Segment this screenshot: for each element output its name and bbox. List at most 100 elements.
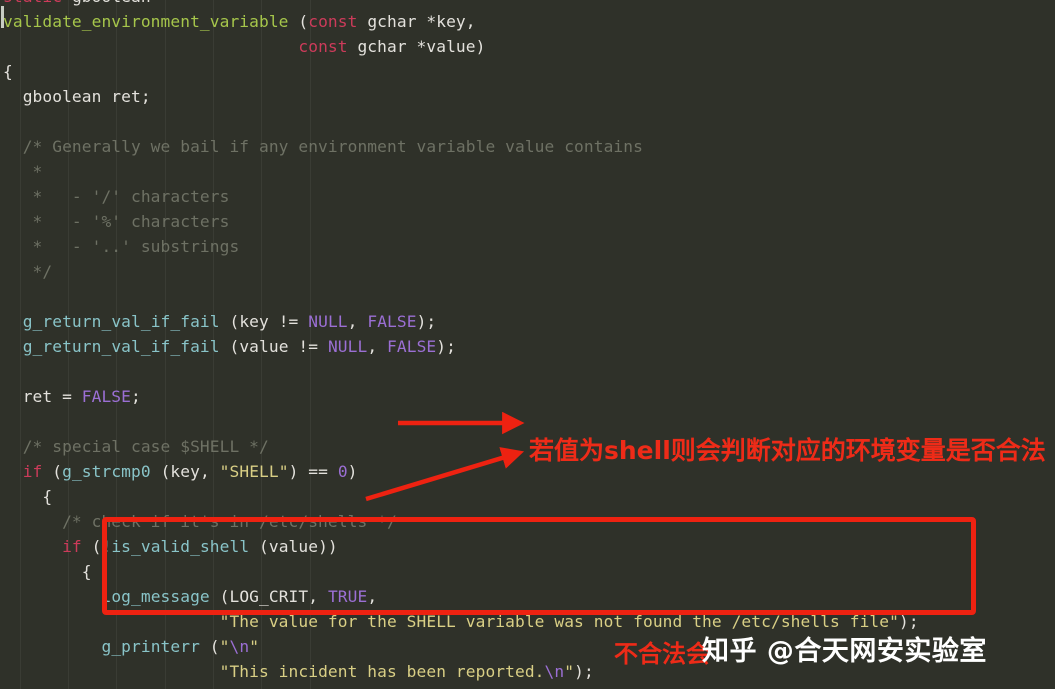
code-line: * - '/' characters [0,184,1055,209]
code-token: FALSE [82,387,131,406]
code-token: g_strcmp0 [62,462,151,481]
code-line: /* special case $SHELL */ [0,434,1055,459]
code-token [3,537,62,556]
code-token: g_return_val_if_fail [23,312,220,331]
code-token: gchar *value) [348,37,486,56]
code-token: (value != [220,337,328,356]
code-token: is_valid_shell [111,537,249,556]
code-token [62,0,72,6]
code-token: (value)) [249,537,338,556]
code-line: */ [0,259,1055,284]
code-line: if (g_strcmp0 (key, "SHELL") == 0) [0,459,1055,484]
code-line: { [0,59,1055,84]
code-token: \n [230,637,250,656]
code-line: g_return_val_if_fail (value != NULL, FAL… [0,334,1055,359]
code-token: , [367,587,377,606]
code-token [3,662,220,681]
code-token [3,612,220,631]
code-token: g_return_val_if_fail [23,337,220,356]
code-token: , [367,337,387,356]
code-token: * - '/' characters [3,187,229,206]
code-line: * [0,159,1055,184]
code-line: "This incident has been reported.\n"); [0,659,1055,684]
code-token: log_message [101,587,209,606]
code-line: g_return_val_if_fail (key != NULL, FALSE… [0,309,1055,334]
code-token: \n [545,662,565,681]
code-token: gchar *key, [357,12,475,31]
code-line: ret = FALSE; [0,384,1055,409]
code-token: , [348,312,368,331]
code-line: goto out; [0,684,1055,689]
code-block[interactable]: static gbooleanvalidate_environment_vari… [0,0,1055,689]
code-token: /* check if it's in /etc/shells */ [3,512,397,531]
code-line: /* Generally we bail if any environment … [0,134,1055,159]
code-token: "The value for the SHELL variable was no… [220,612,899,631]
code-line: "The value for the SHELL variable was no… [0,609,1055,634]
code-token [3,587,101,606]
code-line [0,409,1055,434]
code-token: ); [436,337,456,356]
code-token: " [220,637,230,656]
code-line: gboolean ret; [0,84,1055,109]
code-token [3,337,23,356]
code-editor-surface[interactable]: static gbooleanvalidate_environment_vari… [0,0,1055,689]
code-token: * [3,162,42,181]
code-token: const [308,12,357,31]
code-token: NULL [308,312,347,331]
code-token: gboolean [72,0,151,6]
code-token [3,37,298,56]
code-token: ) == [289,462,338,481]
code-line: { [0,484,1055,509]
code-screenshot: static gbooleanvalidate_environment_vari… [0,0,1055,689]
code-line: log_message (LOG_CRIT, TRUE, [0,584,1055,609]
code-token: /* Generally we bail if any environment … [3,137,643,156]
code-token: */ [3,262,52,281]
code-token: ( [289,12,309,31]
code-token: * - '%' characters [3,212,229,231]
code-token [3,462,23,481]
code-token: (key != [220,312,309,331]
code-token: ( [42,462,62,481]
code-token: ( [200,637,220,656]
code-token: const [298,37,347,56]
code-line: * - '%' characters [0,209,1055,234]
code-token: "SHELL" [220,462,289,481]
code-token: " [249,637,259,656]
code-line: const gchar *value) [0,34,1055,59]
code-token: { [3,562,92,581]
code-line: /* check if it's in /etc/shells */ [0,509,1055,534]
code-line: validate_environment_variable (const gch… [0,9,1055,34]
code-line [0,109,1055,134]
code-token: " [564,662,574,681]
code-token: 0 [338,462,348,481]
code-token: static [3,0,62,6]
code-line [0,284,1055,309]
code-token: g_printerr [101,637,199,656]
code-token: ); [899,612,919,631]
code-token: (! [82,537,112,556]
code-token: FALSE [367,312,416,331]
code-token: * - '..' substrings [3,237,239,256]
code-line: if (!is_valid_shell (value)) [0,534,1055,559]
code-token: ret = [3,387,82,406]
code-token: validate_environment_variable [3,12,289,31]
code-token: ) [348,462,358,481]
code-token: { [3,487,52,506]
code-token: NULL [328,337,367,356]
code-line: static gboolean [0,0,1055,9]
code-token: gboolean ret; [3,87,151,106]
code-line: * - '..' substrings [0,234,1055,259]
code-token: TRUE [328,587,367,606]
code-token: (key, [151,462,220,481]
code-token: if [62,537,82,556]
code-token: { [3,62,13,81]
code-token: FALSE [387,337,436,356]
code-token: ; [131,387,141,406]
code-token: "This incident has been reported. [220,662,545,681]
code-token: ); [417,312,437,331]
code-line [0,359,1055,384]
code-token: if [23,462,43,481]
code-token: /* special case $SHELL */ [3,437,269,456]
code-line: { [0,559,1055,584]
code-token [3,312,23,331]
